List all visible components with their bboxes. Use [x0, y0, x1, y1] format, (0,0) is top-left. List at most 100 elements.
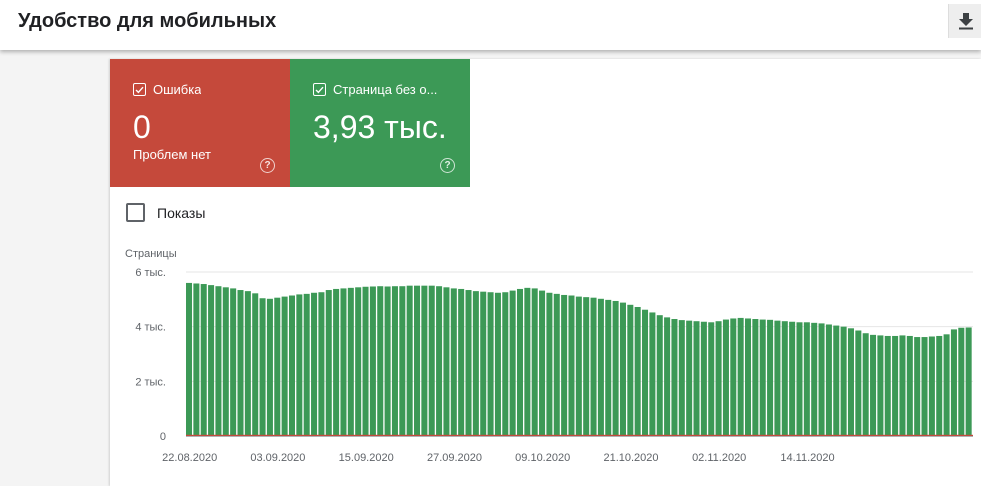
bar-errors[interactable] — [222, 434, 231, 436]
bar-errors[interactable] — [928, 434, 937, 436]
bar-pages-no-errors[interactable] — [759, 319, 766, 436]
bar-pages-no-errors[interactable] — [796, 322, 803, 436]
bar-pages-no-errors[interactable] — [671, 319, 678, 436]
bar-errors[interactable] — [208, 434, 216, 436]
bar-errors[interactable] — [914, 434, 922, 436]
bar-errors[interactable] — [230, 434, 238, 436]
bar-pages-no-errors[interactable] — [458, 288, 465, 436]
bar-errors[interactable] — [252, 434, 260, 436]
bar-pages-no-errors[interactable] — [516, 288, 524, 436]
bar-errors[interactable] — [575, 434, 584, 436]
bar-errors[interactable] — [737, 434, 745, 436]
bar-pages-no-errors[interactable] — [369, 286, 376, 436]
bar-pages-no-errors[interactable] — [855, 330, 862, 436]
bar-errors[interactable] — [612, 434, 620, 436]
bar-pages-no-errors[interactable] — [590, 297, 597, 436]
bar-errors[interactable] — [664, 434, 672, 436]
bar-errors[interactable] — [892, 434, 900, 436]
bar-errors[interactable] — [362, 434, 370, 436]
bar-pages-no-errors[interactable] — [384, 286, 391, 436]
bar-errors[interactable] — [487, 434, 495, 436]
bar-pages-no-errors[interactable] — [597, 298, 604, 436]
bar-errors[interactable] — [516, 434, 525, 436]
bar-pages-no-errors[interactable] — [914, 337, 921, 436]
bar-pages-no-errors[interactable] — [811, 322, 818, 436]
bar-errors[interactable] — [605, 434, 613, 436]
bar-pages-no-errors[interactable] — [818, 323, 825, 436]
bar-errors[interactable] — [671, 434, 679, 436]
bar-errors[interactable] — [715, 434, 723, 436]
bar-pages-no-errors[interactable] — [950, 329, 957, 436]
bar-pages-no-errors[interactable] — [619, 302, 626, 436]
bar-errors[interactable] — [502, 434, 510, 436]
bar-errors[interactable] — [583, 434, 591, 436]
bar-pages-no-errors[interactable] — [487, 292, 494, 436]
bar-errors[interactable] — [414, 434, 422, 436]
bar-pages-no-errors[interactable] — [303, 293, 310, 436]
bar-errors[interactable] — [906, 434, 915, 436]
bar-pages-no-errors[interactable] — [244, 291, 251, 436]
bar-pages-no-errors[interactable] — [730, 318, 737, 436]
bar-pages-no-errors[interactable] — [311, 292, 318, 436]
bar-pages-no-errors[interactable] — [825, 324, 832, 436]
bar-errors[interactable] — [266, 434, 275, 436]
bar-pages-no-errors[interactable] — [193, 283, 200, 436]
bar-pages-no-errors[interactable] — [186, 282, 193, 436]
bar-pages-no-errors[interactable] — [774, 320, 781, 436]
bar-errors[interactable] — [619, 434, 628, 436]
bar-pages-no-errors[interactable] — [803, 322, 810, 436]
bar-errors[interactable] — [465, 434, 473, 436]
bar-pages-no-errors[interactable] — [715, 321, 722, 436]
bar-pages-no-errors[interactable] — [708, 322, 715, 436]
bar-pages-no-errors[interactable] — [531, 288, 538, 436]
bar-errors[interactable] — [509, 434, 517, 436]
download-button[interactable] — [948, 4, 981, 38]
bar-errors[interactable] — [855, 434, 863, 436]
bar-pages-no-errors[interactable] — [686, 320, 693, 436]
bar-errors[interactable] — [274, 434, 282, 436]
bar-errors[interactable] — [281, 434, 289, 436]
bar-pages-no-errors[interactable] — [509, 290, 516, 436]
bar-errors[interactable] — [744, 434, 753, 436]
bar-pages-no-errors[interactable] — [259, 298, 266, 436]
bar-errors[interactable] — [752, 434, 760, 436]
bar-pages-no-errors[interactable] — [230, 288, 237, 436]
bar-pages-no-errors[interactable] — [656, 315, 663, 436]
bar-errors[interactable] — [436, 434, 444, 436]
bar-errors[interactable] — [384, 434, 392, 436]
bar-errors[interactable] — [818, 434, 826, 436]
bar-errors[interactable] — [200, 434, 209, 436]
bar-pages-no-errors[interactable] — [892, 335, 899, 436]
bar-errors[interactable] — [450, 434, 459, 436]
bar-pages-no-errors[interactable] — [208, 285, 215, 436]
bar-pages-no-errors[interactable] — [789, 321, 796, 436]
bar-errors[interactable] — [965, 434, 973, 436]
valid-tile[interactable]: Страница без о... 3,93 тыс. ? — [290, 59, 470, 187]
bar-pages-no-errors[interactable] — [281, 296, 288, 436]
bar-pages-no-errors[interactable] — [767, 319, 774, 436]
bar-errors[interactable] — [406, 434, 415, 436]
bar-pages-no-errors[interactable] — [642, 309, 649, 436]
bar-pages-no-errors[interactable] — [399, 286, 406, 436]
impressions-checkbox[interactable] — [126, 203, 145, 222]
bar-pages-no-errors[interactable] — [840, 326, 847, 436]
bar-errors[interactable] — [347, 434, 356, 436]
bar-errors[interactable] — [811, 434, 819, 436]
bar-errors[interactable] — [186, 434, 194, 436]
bar-errors[interactable] — [634, 434, 643, 436]
bar-pages-no-errors[interactable] — [480, 291, 487, 436]
bar-errors[interactable] — [627, 434, 635, 436]
bar-errors[interactable] — [847, 434, 856, 436]
bar-pages-no-errors[interactable] — [318, 292, 325, 436]
bar-errors[interactable] — [369, 434, 378, 436]
bar-errors[interactable] — [480, 434, 488, 436]
bar-pages-no-errors[interactable] — [583, 297, 590, 436]
bar-errors[interactable] — [443, 434, 451, 436]
bar-errors[interactable] — [458, 434, 466, 436]
bar-errors[interactable] — [333, 434, 341, 436]
bar-errors[interactable] — [597, 434, 606, 436]
bar-errors[interactable] — [767, 434, 775, 436]
bar-pages-no-errors[interactable] — [634, 306, 641, 436]
bar-pages-no-errors[interactable] — [200, 284, 207, 436]
bar-errors[interactable] — [303, 434, 312, 436]
